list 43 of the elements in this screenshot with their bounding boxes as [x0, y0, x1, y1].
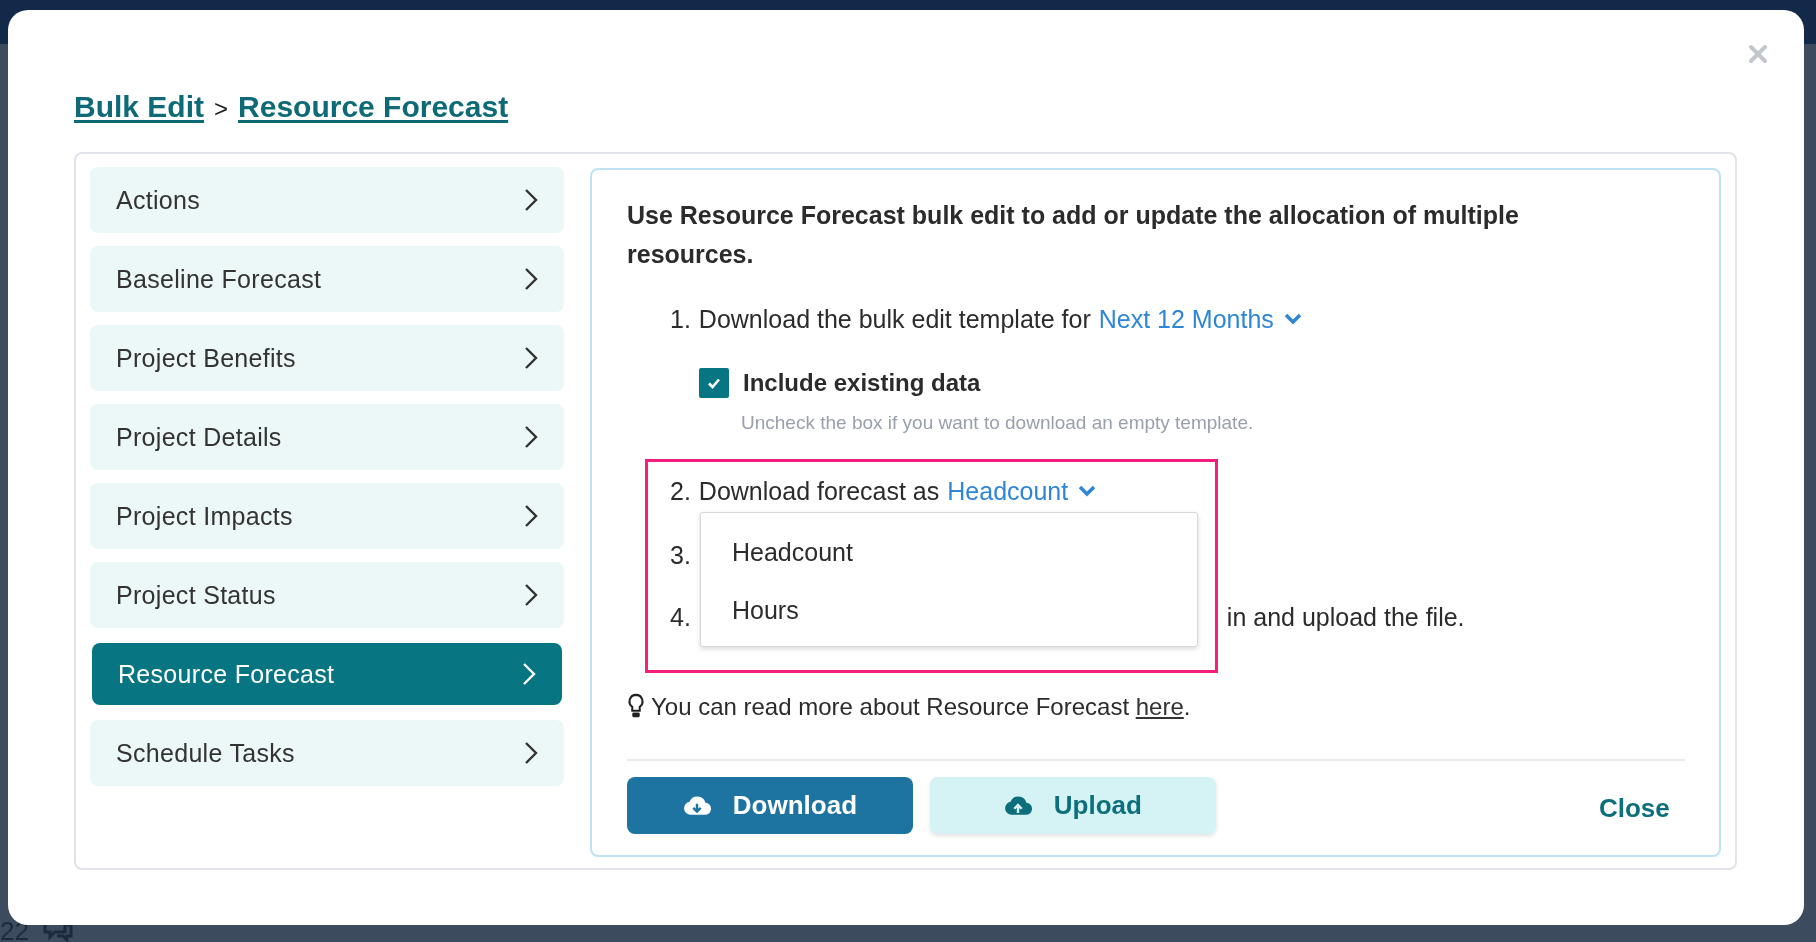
intro-text: Use Resource Forecast bulk edit to add or update the allocation of multiple resources.	[627, 200, 1520, 270]
sidebar-item[interactable]: Baseline Forecast	[90, 246, 564, 312]
step-number: 2.	[670, 476, 691, 506]
menu-option[interactable]: Headcount	[701, 532, 1197, 572]
chevron-right-icon	[524, 583, 538, 607]
breadcrumb-link[interactable]: Resource Forecast	[238, 90, 509, 124]
step-number: 1.	[670, 304, 691, 334]
sidebar-item[interactable]: Resource Forecast	[92, 643, 562, 705]
cloud-download-icon	[682, 795, 711, 816]
chevron-right-icon	[524, 346, 538, 370]
chevron-right-icon	[524, 504, 538, 528]
checkbox[interactable]	[699, 368, 729, 398]
menu-option[interactable]: Hours	[701, 590, 1197, 630]
chevron-down-icon	[1283, 313, 1302, 325]
chevron-right-icon	[524, 425, 538, 449]
sidebar-item[interactable]: Project Impacts	[90, 483, 564, 549]
dropdown-link[interactable]: Next 12 Months	[1098, 304, 1302, 334]
close-button[interactable]: Close	[1584, 780, 1684, 837]
here-link[interactable]: here	[1135, 693, 1184, 720]
step-number: 4.	[670, 602, 691, 632]
sidebar-item[interactable]: Actions	[90, 167, 564, 233]
breadcrumb-separator: >	[214, 95, 229, 123]
helper-text: Uncheck the box if you want to download an empty template.	[741, 411, 1255, 435]
cloud-upload-icon	[1003, 795, 1032, 816]
chevron-right-icon	[522, 662, 536, 686]
step-text: Download forecast as	[698, 476, 940, 506]
chevron-right-icon	[524, 741, 538, 765]
upload-button[interactable]: Upload	[929, 777, 1216, 834]
step-text: in and upload the file.	[1226, 602, 1465, 632]
chevron-right-icon	[524, 267, 538, 291]
sidebar-item[interactable]: Schedule Tasks	[90, 720, 564, 786]
checkbox-label: Include existing data	[743, 369, 981, 397]
info-text: You can read more about Resource Forecast here.	[651, 693, 1191, 721]
step-number: 3.	[670, 540, 691, 570]
sidebar-item[interactable]: Project Benefits	[90, 325, 564, 391]
breadcrumb-link[interactable]: Bulk Edit	[74, 90, 204, 124]
chevron-down-icon	[1078, 485, 1097, 497]
sidebar-item[interactable]: Project Status	[90, 562, 564, 628]
download-button[interactable]: Download	[627, 777, 913, 834]
dropdown-link[interactable]: Headcount	[947, 476, 1097, 506]
sidebar-item[interactable]: Project Details	[90, 404, 564, 470]
step-text: Download the bulk edit template for	[698, 304, 1091, 334]
chevron-right-icon	[524, 188, 538, 212]
